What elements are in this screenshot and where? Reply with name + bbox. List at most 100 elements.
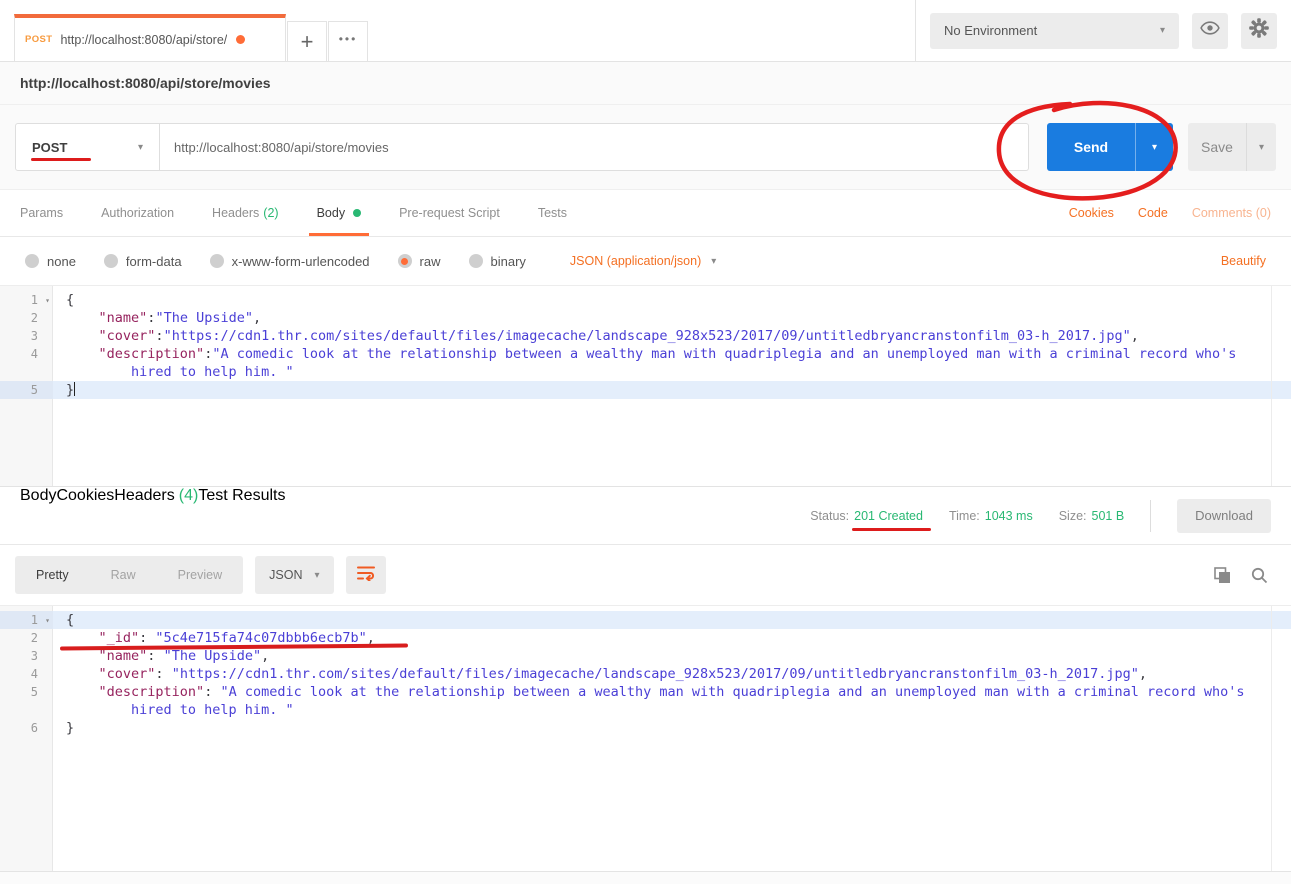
open-request-tab[interactable]: POST http://localhost:8080/api/store/ xyxy=(14,14,286,61)
chevron-down-icon: ▾ xyxy=(314,570,319,581)
unsaved-changes-dot-icon xyxy=(236,35,245,44)
chevron-down-icon: ▾ xyxy=(711,256,716,267)
code-line: 6} xyxy=(0,719,1291,737)
meta-value: 501 B xyxy=(1092,509,1125,523)
postman-app: POST http://localhost:8080/api/store/ + … xyxy=(0,0,1291,884)
environment-label: No Environment xyxy=(944,23,1037,38)
save-options-button[interactable]: ▾ xyxy=(1246,123,1276,171)
code-token: "name" xyxy=(99,648,148,664)
tab-count-badge: (4) xyxy=(179,487,199,504)
body-type-radio-form-data[interactable]: form-data xyxy=(104,254,182,269)
code-line: 4 "cover": "https://cdn1.thr.com/sites/d… xyxy=(0,665,1291,683)
search-button[interactable] xyxy=(1251,567,1268,584)
body-type-radio-x-www-form-urlencoded[interactable]: x-www-form-urlencoded xyxy=(210,254,370,269)
bottom-scrollbar-strip[interactable] xyxy=(0,871,1291,884)
code-content: "cover":"https://cdn1.thr.com/sites/defa… xyxy=(53,327,1291,345)
tab-url-label: http://localhost:8080/api/store/ xyxy=(60,33,227,47)
tab-body[interactable]: Body xyxy=(20,487,56,544)
code-token: { xyxy=(66,612,74,628)
code-line: 2 "name":"The Upside", xyxy=(0,309,1291,327)
code-token xyxy=(66,328,99,344)
radio-label: none xyxy=(47,254,76,269)
body-type-radio-none[interactable]: none xyxy=(25,254,76,269)
line-number: 1▾ xyxy=(0,611,53,629)
view-preview[interactable]: Preview xyxy=(157,556,243,594)
body-type-radio-raw[interactable]: raw xyxy=(398,254,441,269)
radio-icon xyxy=(398,254,412,268)
environment-area: No Environment ▾ xyxy=(915,0,1291,61)
code-content: "_id": "5c4e715fa74c07dbbb6ecb7b", xyxy=(53,629,1291,647)
fold-caret-icon[interactable]: ▾ xyxy=(45,292,50,310)
tab-test-results[interactable]: Test Results xyxy=(198,487,285,544)
copy-button[interactable] xyxy=(1214,567,1231,584)
wrap-lines-icon xyxy=(356,565,376,586)
line-number: 4 xyxy=(0,665,53,683)
tab-label: Tests xyxy=(538,206,567,220)
beautify-link[interactable]: Beautify xyxy=(1221,254,1266,268)
code-row: "name": "The Upside", xyxy=(66,647,1291,665)
body-type-radios: none form-data x-www-form-urlencoded raw bin… xyxy=(25,254,554,269)
comments-link[interactable]: Comments (0) xyxy=(1192,206,1271,220)
save-button[interactable]: Save xyxy=(1188,123,1246,171)
send-button[interactable]: Send xyxy=(1047,123,1135,171)
fold-caret-icon[interactable]: ▾ xyxy=(45,612,50,630)
tab-cookies[interactable]: Cookies xyxy=(56,487,114,544)
body-type-radio-binary[interactable]: binary xyxy=(469,254,526,269)
line-number: 3 xyxy=(0,647,53,665)
tab-body[interactable]: Body xyxy=(317,190,362,236)
code-token: hired to help him. " xyxy=(66,702,294,718)
code-content: "description": "A comedic look at the re… xyxy=(53,683,1291,719)
response-format-selector[interactable]: JSON ▾ xyxy=(255,556,333,594)
body-type-row: none form-data x-www-form-urlencoded raw bin… xyxy=(0,237,1291,285)
tab-label: Authorization xyxy=(101,206,174,220)
tab-pre-request-script[interactable]: Pre-request Script xyxy=(399,190,500,236)
code-token xyxy=(66,346,99,362)
tab-params[interactable]: Params xyxy=(20,190,63,236)
code-token: "A comedic look at the relationship betw… xyxy=(212,346,1236,362)
meta-size: Size:501 B xyxy=(1059,509,1124,523)
response-body-editor[interactable]: 1▾ {2 "_id": "5c4e715fa74c07dbbb6ecb7b",3… xyxy=(0,605,1291,871)
method-label: POST xyxy=(32,140,67,155)
radio-icon xyxy=(25,254,39,268)
environment-selector[interactable]: No Environment ▾ xyxy=(930,13,1179,49)
content-type-selector[interactable]: JSON (application/json) ▾ xyxy=(570,254,716,268)
code-token: , xyxy=(1131,328,1139,344)
view-pretty[interactable]: Pretty xyxy=(15,556,90,594)
tab-headers[interactable]: Headers(2) xyxy=(212,190,279,236)
tab-tests[interactable]: Tests xyxy=(538,190,567,236)
code-content: "cover": "https://cdn1.thr.com/sites/def… xyxy=(53,665,1291,683)
new-tab-button[interactable]: + xyxy=(287,21,327,61)
code-line: 3 "name": "The Upside", xyxy=(0,647,1291,665)
cookies-link[interactable]: Cookies xyxy=(1069,206,1114,220)
meta-value: 1043 ms xyxy=(985,509,1033,523)
tab-label: Test Results xyxy=(198,487,285,504)
settings-button[interactable] xyxy=(1241,13,1277,49)
tab-count-badge: (2) xyxy=(263,206,278,220)
code-token: "https://cdn1.thr.com/sites/default/file… xyxy=(164,328,1131,344)
code-link[interactable]: Code xyxy=(1138,206,1168,220)
line-number: 4 xyxy=(0,345,53,381)
tab-label: Params xyxy=(20,206,63,220)
radio-label: raw xyxy=(420,254,441,269)
code-row: "description": "A comedic look at the re… xyxy=(66,683,1291,701)
url-input[interactable] xyxy=(160,123,1029,171)
text-cursor xyxy=(74,382,75,396)
response-view-switcher: PrettyRawPreview xyxy=(15,556,243,594)
code-token xyxy=(66,648,99,664)
download-button[interactable]: Download xyxy=(1177,499,1271,533)
more-tabs-button[interactable]: ••• xyxy=(328,21,368,61)
request-body-editor[interactable]: 1▾{2 "name":"The Upside",3 "cover":"http… xyxy=(0,285,1291,487)
tab-authorization[interactable]: Authorization xyxy=(101,190,174,236)
code-token: } xyxy=(66,720,74,736)
method-selector[interactable]: POST ▾ xyxy=(15,123,160,171)
tab-headers[interactable]: Headers(4) xyxy=(114,487,198,544)
code-line: 2 "_id": "5c4e715fa74c07dbbb6ecb7b", xyxy=(0,629,1291,647)
body-set-dot-icon xyxy=(353,209,361,217)
divider xyxy=(1150,500,1151,532)
view-raw[interactable]: Raw xyxy=(90,556,157,594)
send-options-button[interactable]: ▾ xyxy=(1135,123,1173,171)
chevron-down-icon: ▾ xyxy=(138,142,143,153)
response-toolbar: PrettyRawPreview JSON ▾ xyxy=(0,545,1291,605)
environment-quick-look-button[interactable] xyxy=(1192,13,1228,49)
wrap-lines-button[interactable] xyxy=(346,556,386,594)
